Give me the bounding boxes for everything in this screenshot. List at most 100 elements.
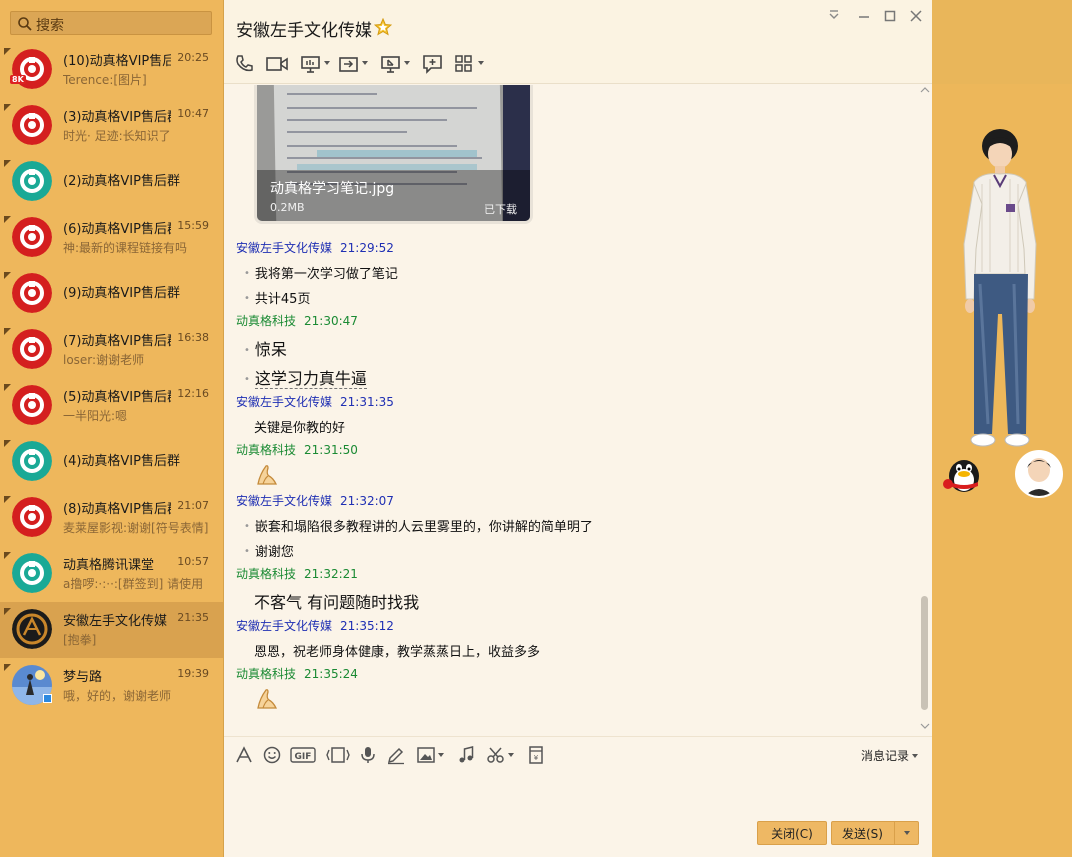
conversation-name: 梦与路 bbox=[63, 670, 103, 685]
conversation-preview: [抱拳] bbox=[63, 633, 97, 647]
message-text[interactable]: 不客气 有问题随时找我 bbox=[254, 589, 419, 613]
unread-corner-marker bbox=[4, 160, 11, 167]
conversation-item[interactable]: (9)动真格VIP售后群 bbox=[0, 266, 223, 322]
conversation-avatar bbox=[12, 497, 52, 537]
message-history-link[interactable]: 消息记录 bbox=[861, 747, 918, 764]
video-call-icon[interactable] bbox=[266, 54, 288, 74]
sender-name[interactable]: 动真格科技 bbox=[236, 667, 296, 681]
unread-corner-marker bbox=[4, 440, 11, 447]
send-options-dropdown[interactable] bbox=[894, 822, 918, 844]
conversation-item[interactable]: 8K (10)动真格VIP售后群 20:25 Terence:[图片] bbox=[0, 42, 223, 98]
message-text[interactable]: • 我将第一次学习做了笔记 bbox=[244, 263, 398, 282]
maximize-icon[interactable] bbox=[882, 8, 898, 24]
music-icon[interactable] bbox=[456, 745, 476, 765]
message-time: 21:30:47 bbox=[304, 314, 358, 328]
file-transfer-icon bbox=[339, 57, 358, 72]
image-message[interactable]: 动真格学习笔记.jpg 0.2MB 已下载 bbox=[254, 85, 533, 224]
conversation-preview: 神:最新的课程链接有吗 bbox=[63, 241, 188, 255]
message-text[interactable]: 恩恩，祝老师身体健康，教学蒸蒸日上，收益多多 bbox=[254, 641, 540, 660]
conversation-time: 16:38 bbox=[177, 331, 209, 344]
image-insert-button[interactable] bbox=[416, 745, 444, 765]
message-text[interactable]: • 谢谢您 bbox=[244, 541, 294, 560]
conversation-item[interactable]: 安徽左手文化传媒 21:35 [抱拳] bbox=[0, 602, 223, 658]
conversation-avatar bbox=[12, 329, 52, 369]
conversation-name: (8)动真格VIP售后群 bbox=[63, 502, 171, 517]
conversation-preview: 哦，好的，谢谢老师 bbox=[63, 689, 172, 703]
close-window-icon[interactable] bbox=[908, 8, 924, 24]
conversation-item[interactable]: (3)动真格VIP售后群 10:47 时光· 足迹:长知识了 bbox=[0, 98, 223, 154]
scissors-icon bbox=[487, 747, 504, 763]
conversation-time: 10:47 bbox=[177, 107, 209, 120]
screenshot-video-icon[interactable] bbox=[326, 745, 350, 765]
conversation-item[interactable]: (2)动真格VIP售后群 bbox=[0, 154, 223, 210]
conversation-preview: Terence:[图片] bbox=[63, 73, 147, 87]
message-text[interactable]: • 共计45页 bbox=[244, 288, 310, 307]
conversation-time: 19:39 bbox=[177, 667, 209, 680]
sender-name[interactable]: 安徽左手文化传媒 bbox=[236, 494, 332, 508]
pin-icon[interactable] bbox=[826, 8, 842, 24]
conversation-name: (6)动真格VIP售后群 bbox=[63, 222, 171, 237]
conversation-item[interactable]: (5)动真格VIP售后群 12:16 一半阳光:嗯 bbox=[0, 378, 223, 434]
conversation-name: (10)动真格VIP售后群 bbox=[63, 54, 171, 69]
contact-avatar-image bbox=[1017, 452, 1061, 496]
conversation-item[interactable]: (8)动真格VIP售后群 21:07 麦莱屋影视:谢谢[符号表情] bbox=[0, 490, 223, 546]
conversation-time: 10:57 bbox=[177, 555, 209, 568]
conversation-time: 15:59 bbox=[177, 219, 209, 232]
phone-icon[interactable] bbox=[234, 54, 256, 74]
file-transfer-button[interactable] bbox=[338, 54, 368, 74]
apps-button[interactable] bbox=[454, 54, 484, 74]
pencil-icon[interactable] bbox=[386, 745, 406, 765]
message-text[interactable]: 关键是你教的好 bbox=[254, 417, 345, 436]
message-text[interactable]: • 嵌套和塌陷很多教程讲的人云里雾里的，你讲解的简单明了 bbox=[244, 516, 593, 535]
qq-penguin-icon[interactable] bbox=[938, 452, 988, 494]
screenshot-button[interactable] bbox=[486, 745, 514, 765]
fist-salute-emoji[interactable] bbox=[254, 462, 280, 488]
online-status-icon bbox=[43, 694, 52, 703]
conversation-item[interactable]: (6)动真格VIP售后群 15:59 神:最新的课程链接有吗 bbox=[0, 210, 223, 266]
chat-title[interactable]: 安徽左手文化传媒 bbox=[236, 16, 372, 41]
chat-header: 安徽左手文化传媒 bbox=[224, 0, 932, 84]
scroll-down-icon[interactable] bbox=[920, 722, 930, 730]
contact-avatar[interactable] bbox=[1015, 450, 1063, 498]
microphone-icon[interactable] bbox=[358, 745, 378, 765]
input-toolbar: GIF ¥ 消息记录 bbox=[224, 736, 932, 772]
remote-assist-button[interactable] bbox=[380, 54, 410, 74]
screen-share-button[interactable] bbox=[300, 54, 330, 74]
conversation-item[interactable]: (4)动真格VIP售后群 bbox=[0, 434, 223, 490]
sender-name[interactable]: 安徽左手文化传媒 bbox=[236, 619, 332, 633]
message-header: 动真格科技 21:30:47 bbox=[236, 312, 358, 329]
search-box[interactable]: 搜索 bbox=[10, 11, 212, 35]
sender-name[interactable]: 动真格科技 bbox=[236, 567, 296, 581]
conversation-item[interactable]: 动真格腾讯课堂 10:57 a撸啰:·:··:[群签到] 请使用 bbox=[0, 546, 223, 602]
red-packet-icon[interactable]: ¥ bbox=[526, 745, 546, 765]
conversation-time: 21:35 bbox=[177, 611, 209, 624]
scrollbar-thumb[interactable] bbox=[921, 596, 928, 710]
close-button[interactable]: 关闭(C) bbox=[757, 821, 827, 845]
sender-name[interactable]: 动真格科技 bbox=[236, 314, 296, 328]
gif-icon[interactable]: GIF bbox=[290, 745, 316, 765]
emoji-icon[interactable] bbox=[262, 745, 282, 765]
message-header: 安徽左手文化传媒 21:31:35 bbox=[236, 393, 394, 410]
sender-name[interactable]: 安徽左手文化传媒 bbox=[236, 395, 332, 409]
message-text[interactable]: • 这学习力真牛逼 bbox=[244, 365, 367, 389]
conversation-time: 20:25 bbox=[177, 51, 209, 64]
unread-corner-marker bbox=[4, 216, 11, 223]
message-add-icon[interactable] bbox=[422, 54, 444, 74]
message-input[interactable] bbox=[224, 772, 932, 817]
minimize-icon[interactable] bbox=[856, 8, 872, 24]
conversation-avatar bbox=[12, 441, 52, 481]
fist-salute-emoji[interactable] bbox=[254, 686, 280, 712]
conversation-preview: 时光· 足迹:长知识了 bbox=[63, 129, 171, 143]
scroll-up-icon[interactable] bbox=[920, 86, 930, 94]
font-icon[interactable] bbox=[234, 745, 254, 765]
avatar-show-panel bbox=[932, 84, 1072, 857]
sender-name[interactable]: 安徽左手文化传媒 bbox=[236, 241, 332, 255]
conversation-name: 动真格腾讯课堂 bbox=[63, 558, 155, 573]
message-text[interactable]: • 惊呆 bbox=[244, 336, 287, 360]
sender-name[interactable]: 动真格科技 bbox=[236, 443, 296, 457]
star-icon[interactable] bbox=[374, 18, 392, 36]
conversation-preview: 一半阳光:嗯 bbox=[63, 409, 128, 423]
conversation-item[interactable]: (7)动真格VIP售后群 16:38 loser:谢谢老师 bbox=[0, 322, 223, 378]
conversation-item[interactable]: 梦与路 19:39 哦，好的，谢谢老师 bbox=[0, 658, 223, 714]
conversation-avatar bbox=[12, 217, 52, 257]
